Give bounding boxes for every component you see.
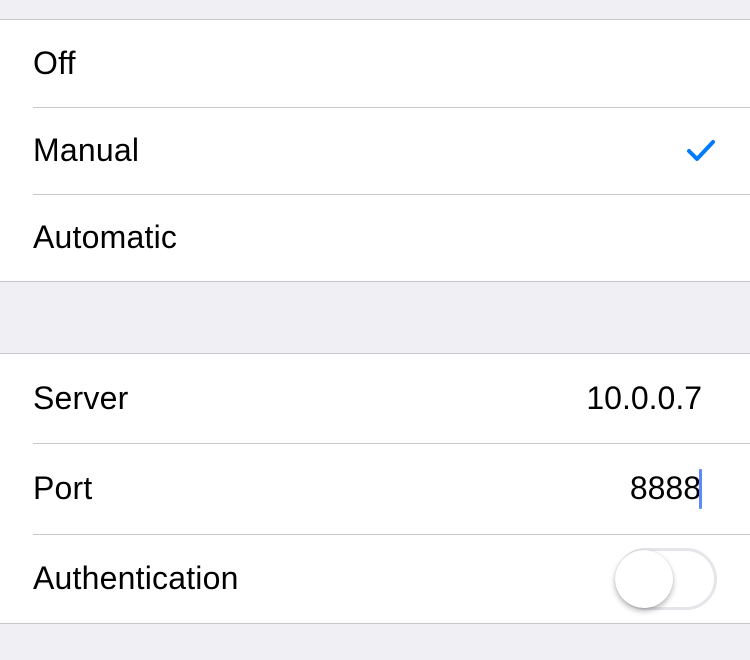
manual-proxy-settings-group: Server 10.0.0.7 Port Authentication bbox=[0, 353, 750, 624]
authentication-row: Authentication bbox=[0, 534, 750, 623]
mode-option-off[interactable]: Off bbox=[0, 20, 750, 107]
toggle-knob[interactable] bbox=[615, 549, 673, 608]
server-label: Server bbox=[33, 380, 129, 416]
mode-option-manual[interactable]: Manual bbox=[0, 107, 750, 194]
authentication-label: Authentication bbox=[33, 560, 239, 596]
port-field[interactable] bbox=[501, 468, 702, 509]
port-row[interactable]: Port bbox=[0, 443, 750, 534]
port-input[interactable] bbox=[501, 470, 701, 507]
text-caret bbox=[699, 468, 702, 509]
mode-option-manual-label: Manual bbox=[33, 132, 140, 168]
checkmark-icon bbox=[687, 139, 715, 161]
server-row[interactable]: Server 10.0.0.7 bbox=[0, 354, 750, 443]
mode-option-off-label: Off bbox=[33, 45, 76, 81]
mode-option-automatic[interactable]: Automatic bbox=[0, 194, 750, 281]
authentication-toggle[interactable] bbox=[615, 547, 717, 610]
port-label: Port bbox=[33, 470, 93, 506]
mode-option-automatic-label: Automatic bbox=[33, 219, 178, 255]
server-value[interactable]: 10.0.0.7 bbox=[586, 380, 702, 417]
proxy-mode-group: Off Manual Automatic bbox=[0, 19, 750, 282]
